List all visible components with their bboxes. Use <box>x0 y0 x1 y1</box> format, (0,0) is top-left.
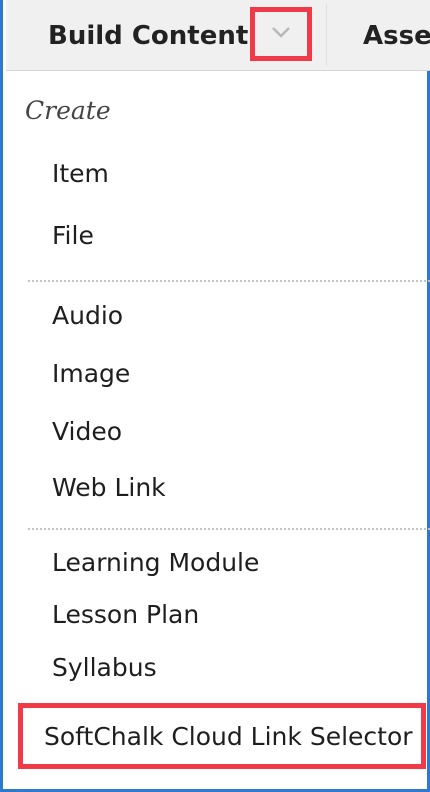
chevron-down-icon <box>269 24 293 44</box>
menu-item-audio[interactable]: Audio <box>52 301 123 330</box>
menu-item-image[interactable]: Image <box>52 359 130 388</box>
assessments-tab[interactable]: Asse <box>363 12 430 60</box>
menu-item-file[interactable]: File <box>52 221 94 250</box>
menu-item-item[interactable]: Item <box>52 159 109 188</box>
create-section-heading: Create <box>25 96 111 125</box>
assessments-label: Asse <box>363 21 430 51</box>
build-content-dropdown-button[interactable] <box>250 7 312 61</box>
build-content-menu: Create Item File Audio Image Video Web L… <box>6 71 430 789</box>
menu-item-web-link[interactable]: Web Link <box>52 473 166 502</box>
menu-item-lesson-plan[interactable]: Lesson Plan <box>52 600 199 629</box>
menu-item-video[interactable]: Video <box>52 417 122 446</box>
tab-separator <box>326 4 327 66</box>
menu-item-learning-module[interactable]: Learning Module <box>52 548 259 577</box>
build-content-tab[interactable]: Build Content <box>48 12 248 60</box>
content-toolbar: Build Content Asse <box>6 0 430 71</box>
menu-item-syllabus[interactable]: Syllabus <box>52 653 157 682</box>
menu-item-softchalk-cloud-link-selector[interactable]: SoftChalk Cloud Link Selector <box>18 703 426 769</box>
menu-divider <box>28 528 430 530</box>
menu-divider <box>28 280 430 282</box>
build-content-label: Build Content <box>48 21 249 51</box>
softchalk-label: SoftChalk Cloud Link Selector <box>44 721 413 751</box>
menu-frame: Build Content Asse Create Item File Audi… <box>0 0 430 792</box>
